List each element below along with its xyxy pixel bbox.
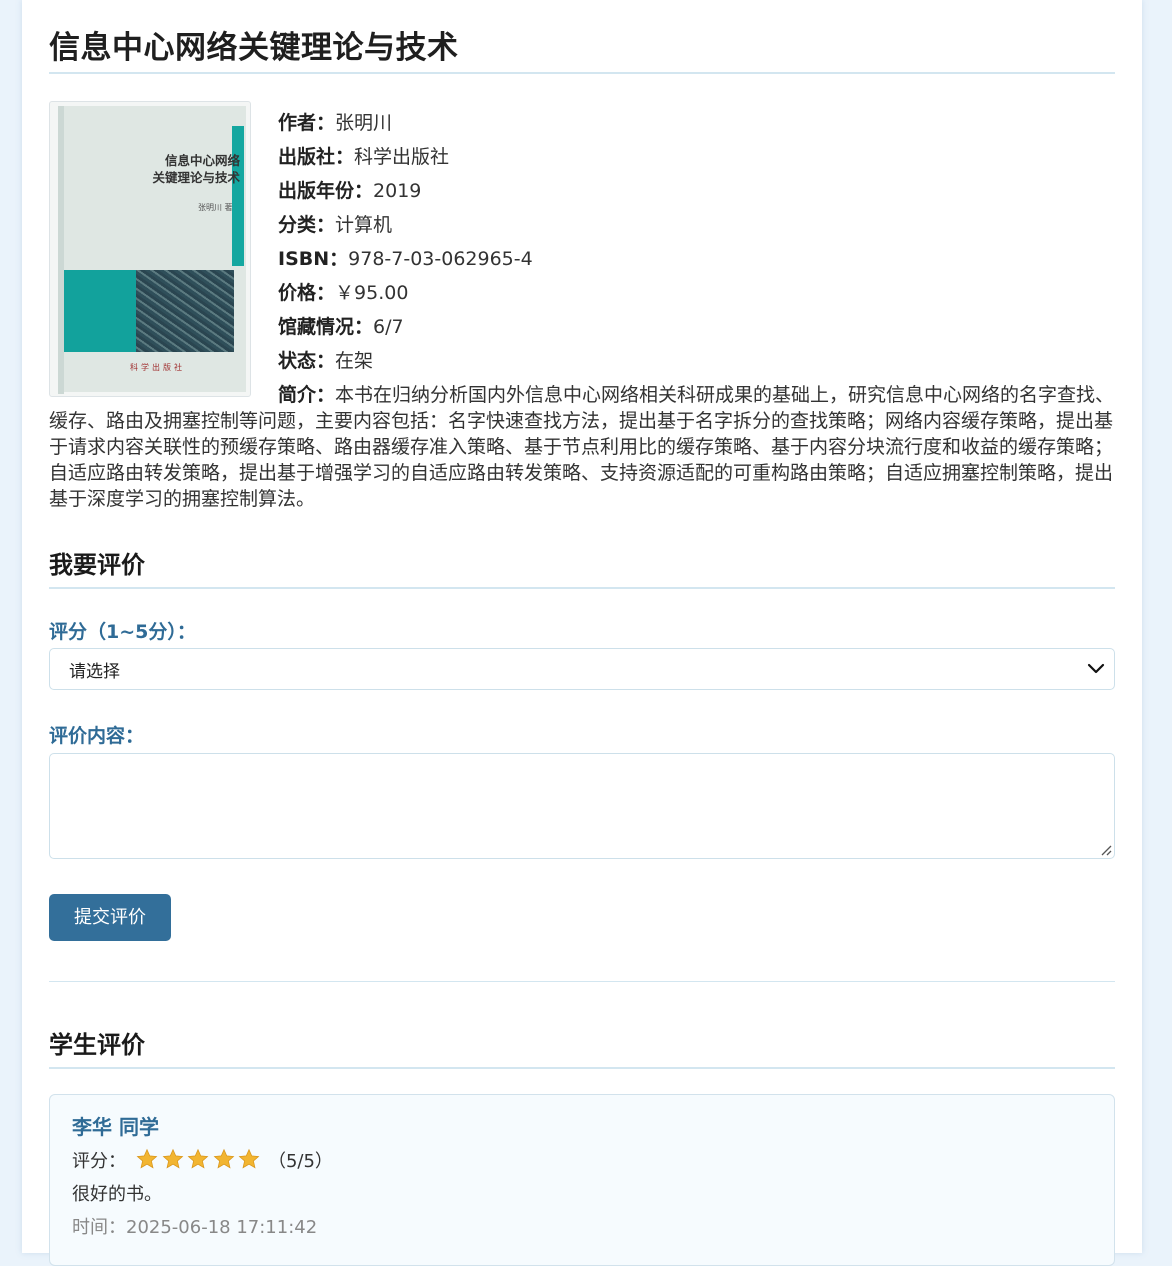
cover-pattern	[136, 270, 234, 352]
meta-category: 分类：计算机	[278, 209, 533, 243]
score-text: （5/5）	[267, 1151, 333, 1172]
meta-value: ￥95.00	[335, 282, 409, 304]
meta-value: 2019	[373, 180, 422, 202]
book-cover-image: 信息中心网络 关键理论与技术 张明川 著 科学出版社	[49, 101, 251, 397]
meta-value: 科学出版社	[354, 146, 450, 168]
cover-accent-band	[232, 126, 244, 266]
meta-value: 978-7-03-062965-4	[348, 248, 533, 270]
rating-selected-value: 请选择	[69, 662, 120, 682]
meta-key: ISBN：	[278, 248, 349, 270]
review-card: 李华 同学 评分： （5/5） 很好的书。 时间：2025-06-18 17:11…	[49, 1094, 1115, 1266]
page-container: 信息中心网络关键理论与技术 信息中心网络 关键理论与技术 张明川 著 科学出版社…	[22, 0, 1142, 1266]
reviews-heading: 学生评价	[49, 1031, 145, 1059]
review-content-textarea[interactable]	[49, 753, 1115, 859]
meta-status: 状态：在架	[278, 345, 533, 379]
meta-key: 状态：	[278, 350, 336, 372]
section-divider	[49, 981, 1115, 982]
chevron-down-icon	[1087, 663, 1105, 674]
meta-key: 作者：	[278, 112, 336, 134]
reviews-divider	[49, 1067, 1115, 1069]
summary-text: 本书在归纳分析国内外信息中心网络相关科研成果的基础上，研究信息中心网络的名字查找…	[49, 384, 1115, 510]
meta-key: 出版年份：	[278, 180, 374, 202]
cover-publisher: 科学出版社	[130, 363, 185, 372]
review-text: 很好的书。	[72, 1184, 162, 1205]
star-icon	[238, 1148, 260, 1169]
score-label: 评分：	[72, 1151, 126, 1172]
star-icon	[187, 1148, 209, 1169]
rating-label: 评分（1~5分）：	[49, 621, 196, 643]
cover-author: 张明川 著	[198, 203, 233, 212]
star-icon	[162, 1148, 184, 1169]
meta-key: 分类：	[278, 214, 336, 236]
meta-publisher: 出版社：科学出版社	[278, 141, 533, 175]
meta-value: 在架	[335, 350, 374, 372]
review-form-heading: 我要评价	[49, 551, 145, 579]
cover-teal-block	[64, 270, 136, 352]
reviewer-name: 李华 同学	[72, 1115, 159, 1139]
cover-title-line1: 信息中心网络	[164, 153, 240, 168]
summary-label: 简介：	[278, 384, 336, 406]
meta-key: 出版社：	[278, 146, 355, 168]
meta-year: 出版年份：2019	[278, 175, 533, 209]
content-label: 评价内容：	[49, 725, 145, 747]
meta-value: 张明川	[335, 112, 393, 134]
book-summary: 简介：本书在归纳分析国内外信息中心网络相关科研成果的基础上，研究信息中心网络的名…	[49, 382, 1115, 512]
meta-holdings: 馆藏情况：6/7	[278, 311, 533, 345]
submit-review-button[interactable]: 提交评价	[49, 894, 171, 941]
meta-author: 作者：张明川	[278, 107, 533, 141]
title-divider	[49, 72, 1115, 74]
resize-grip-icon[interactable]	[1098, 842, 1112, 856]
star-icon	[136, 1148, 158, 1169]
meta-key: 价格：	[278, 282, 336, 304]
star-icon	[213, 1148, 235, 1169]
review-time: 时间：2025-06-18 17:11:42	[72, 1217, 318, 1238]
book-title: 信息中心网络关键理论与技术	[49, 30, 459, 66]
cover-title: 信息中心网络 关键理论与技术	[140, 152, 240, 186]
meta-price: 价格：￥95.00	[278, 277, 533, 311]
rating-select[interactable]: 请选择	[49, 648, 1115, 690]
cover-title-line2: 关键理论与技术	[152, 170, 240, 185]
book-meta: 作者：张明川 出版社：科学出版社 出版年份：2019 分类：计算机 ISBN：9…	[278, 107, 533, 379]
review-score: 评分： （5/5）	[72, 1147, 333, 1175]
review-form-divider	[49, 587, 1115, 589]
meta-isbn: ISBN：978-7-03-062965-4	[278, 243, 533, 277]
meta-value: 6/7	[373, 316, 404, 338]
meta-key: 馆藏情况：	[278, 316, 374, 338]
star-rating	[136, 1148, 264, 1175]
meta-value: 计算机	[335, 214, 393, 236]
